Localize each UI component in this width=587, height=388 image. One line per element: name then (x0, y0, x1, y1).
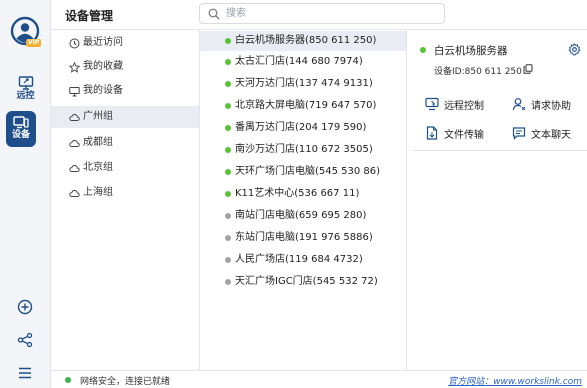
device-row-label: 南站门店电脑(659 695 280) (235, 210, 367, 221)
rail-item-remote[interactable]: 远控 (4, 72, 47, 106)
device-row-label: 白云机场服务器(850 611 250) (235, 35, 377, 46)
add-circle-icon[interactable] (17, 299, 33, 315)
offline-status-dot (225, 235, 231, 241)
text-chat-button[interactable]: 文本聊天 (512, 125, 571, 141)
online-status-dot (225, 147, 231, 153)
online-status-dot (225, 125, 231, 131)
official-website-link[interactable]: 官方网站：www.workslink.com (448, 374, 582, 387)
sidebar-rail: VIP 远控 设备 (0, 0, 51, 388)
online-status-dot (225, 169, 231, 175)
monitor-icon (69, 86, 80, 96)
device-row-label: 天汇广场IGC门店(545 532 72) (235, 276, 378, 287)
online-status-dot (225, 59, 231, 65)
file-transfer-icon (426, 126, 438, 140)
online-status-dot (420, 47, 426, 53)
nav-item-beijing[interactable]: 北京组 (51, 157, 199, 179)
device-row[interactable]: 白云机场服务器(850 611 250) (200, 31, 406, 51)
nav-item-label: 广州组 (83, 111, 113, 122)
connection-status-text: 网络安全，连接已就绪 (80, 377, 171, 387)
device-row-label: 天环广场门店电脑(545 530 86) (235, 166, 381, 177)
device-row-label: 北京路大屏电脑(719 647 570) (235, 100, 377, 111)
online-status-dot (225, 191, 231, 197)
nav-item-shanghai[interactable]: 上海组 (51, 182, 199, 204)
page-title: 设备管理 (65, 9, 114, 23)
vip-badge: VIP (26, 39, 42, 47)
rail-item-device-label: 设备 (11, 130, 30, 140)
device-row[interactable]: 天环广场门店电脑(545 530 86) (200, 162, 406, 182)
nav-item-label: 北京组 (83, 162, 113, 173)
nav-item-favorites[interactable]: 我的收藏 (51, 56, 199, 78)
device-row[interactable]: 北京路大屏电脑(719 647 570) (200, 96, 406, 116)
device-icon (13, 116, 29, 129)
device-row[interactable]: 南站门店电脑(659 695 280) (200, 206, 406, 226)
request-assist-button[interactable]: 请求协助 (512, 96, 571, 112)
remote-control-label: 远程控制 (444, 100, 484, 112)
offline-status-dot (225, 257, 231, 263)
star-icon (69, 61, 80, 73)
device-row-label: 南沙万达门店(110 672 3505) (235, 144, 373, 155)
offline-status-dot (225, 213, 231, 219)
connection-status-dot (65, 377, 71, 383)
device-row[interactable]: 天河万达门店(137 474 9131) (200, 74, 406, 94)
group-nav: 最近访问 我的收藏 我的设备 广州组 成都组 北京组 上海组 (51, 30, 200, 370)
nav-item-label: 上海组 (83, 187, 113, 198)
clock-icon (69, 38, 80, 48)
device-row-label: 天河万达门店(137 474 9131) (235, 78, 373, 89)
file-transfer-button[interactable]: 文件传输 (425, 125, 484, 141)
search-input[interactable] (226, 6, 436, 21)
remote-control-icon (425, 97, 439, 111)
share-icon[interactable] (17, 332, 33, 348)
rail-item-device[interactable]: 设备 (6, 111, 36, 147)
online-status-dot (225, 103, 231, 109)
device-row[interactable]: 南沙万达门店(110 672 3505) (200, 140, 406, 160)
chat-icon (512, 127, 526, 140)
copy-icon[interactable] (523, 64, 533, 74)
device-row-label: 东站门店电脑(191 976 5886) (235, 232, 373, 243)
monitor-remote-icon (18, 76, 33, 90)
device-name: 白云机场服务器 (434, 45, 508, 57)
nav-item-label: 我的收藏 (83, 61, 123, 72)
cloud-icon (69, 113, 80, 121)
device-id: 设备ID:850 611 250 (434, 67, 522, 77)
title-bar: 设备管理 (51, 0, 587, 30)
nav-item-label: 成都组 (83, 137, 113, 148)
cloud-icon (69, 139, 80, 147)
menu-icon[interactable] (17, 365, 33, 381)
rail-item-remote-label: 远控 (16, 91, 35, 101)
device-row[interactable]: 太古汇门店(144 680 7974) (200, 52, 406, 72)
device-row[interactable]: 天汇广场IGC门店(545 532 72) (200, 272, 406, 292)
nav-item-label: 最近访问 (83, 37, 123, 48)
remote-control-button[interactable]: 远程控制 (425, 96, 484, 112)
device-list: 白云机场服务器(850 611 250) 太古汇门店(144 680 7974)… (200, 30, 406, 370)
divider (413, 150, 587, 151)
file-transfer-label: 文件传输 (444, 129, 484, 141)
device-detail-panel: 白云机场服务器 设备ID:850 611 250 远程控制 请求协助 文件传输 (406, 30, 587, 370)
device-row-label: 番禺万达门店(204 179 590) (235, 122, 367, 133)
device-row-label: K11艺术中心(536 667 11) (235, 188, 360, 199)
search-box[interactable] (199, 3, 445, 24)
online-status-dot (225, 38, 231, 44)
device-row[interactable]: 人民广场店(119 684 4732) (200, 250, 406, 270)
nav-item-label: 我的设备 (83, 85, 123, 96)
device-row-label: 太古汇门店(144 680 7974) (235, 56, 363, 67)
device-row-label: 人民广场店(119 684 4732) (235, 254, 363, 265)
status-bar: 网络安全，连接已就绪 官方网站：www.workslink.com (51, 370, 587, 388)
user-assist-icon (512, 98, 526, 111)
search-icon (208, 8, 220, 20)
offline-status-dot (225, 279, 231, 285)
cloud-icon (69, 189, 80, 197)
request-assist-label: 请求协助 (531, 100, 571, 112)
cloud-icon (69, 164, 80, 172)
nav-item-recent[interactable]: 最近访问 (51, 32, 199, 54)
text-chat-label: 文本聊天 (531, 129, 571, 141)
nav-item-chengdu[interactable]: 成都组 (51, 132, 199, 154)
device-row[interactable]: 番禺万达门店(204 179 590) (200, 118, 406, 138)
nav-item-my-devices[interactable]: 我的设备 (51, 80, 199, 102)
nav-item-guangzhou[interactable]: 广州组 (51, 106, 199, 128)
device-row[interactable]: 东站门店电脑(191 976 5886) (200, 228, 406, 248)
gear-icon[interactable] (568, 43, 581, 56)
device-row[interactable]: K11艺术中心(536 667 11) (200, 184, 406, 204)
online-status-dot (225, 81, 231, 87)
